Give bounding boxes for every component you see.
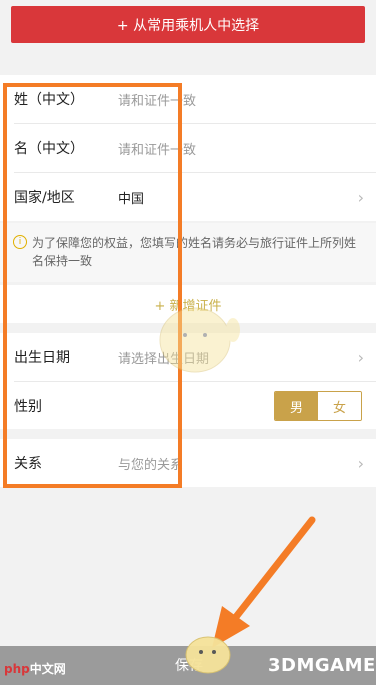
- mascot-center-watermark-icon: [159, 307, 240, 373]
- annotation-arrow-icon: [159, 307, 316, 674]
- mascot-watermark-icon: [185, 636, 231, 674]
- 3dmgame-watermark: 3DMGAME: [268, 655, 376, 676]
- php-watermark: php中文网: [4, 662, 66, 676]
